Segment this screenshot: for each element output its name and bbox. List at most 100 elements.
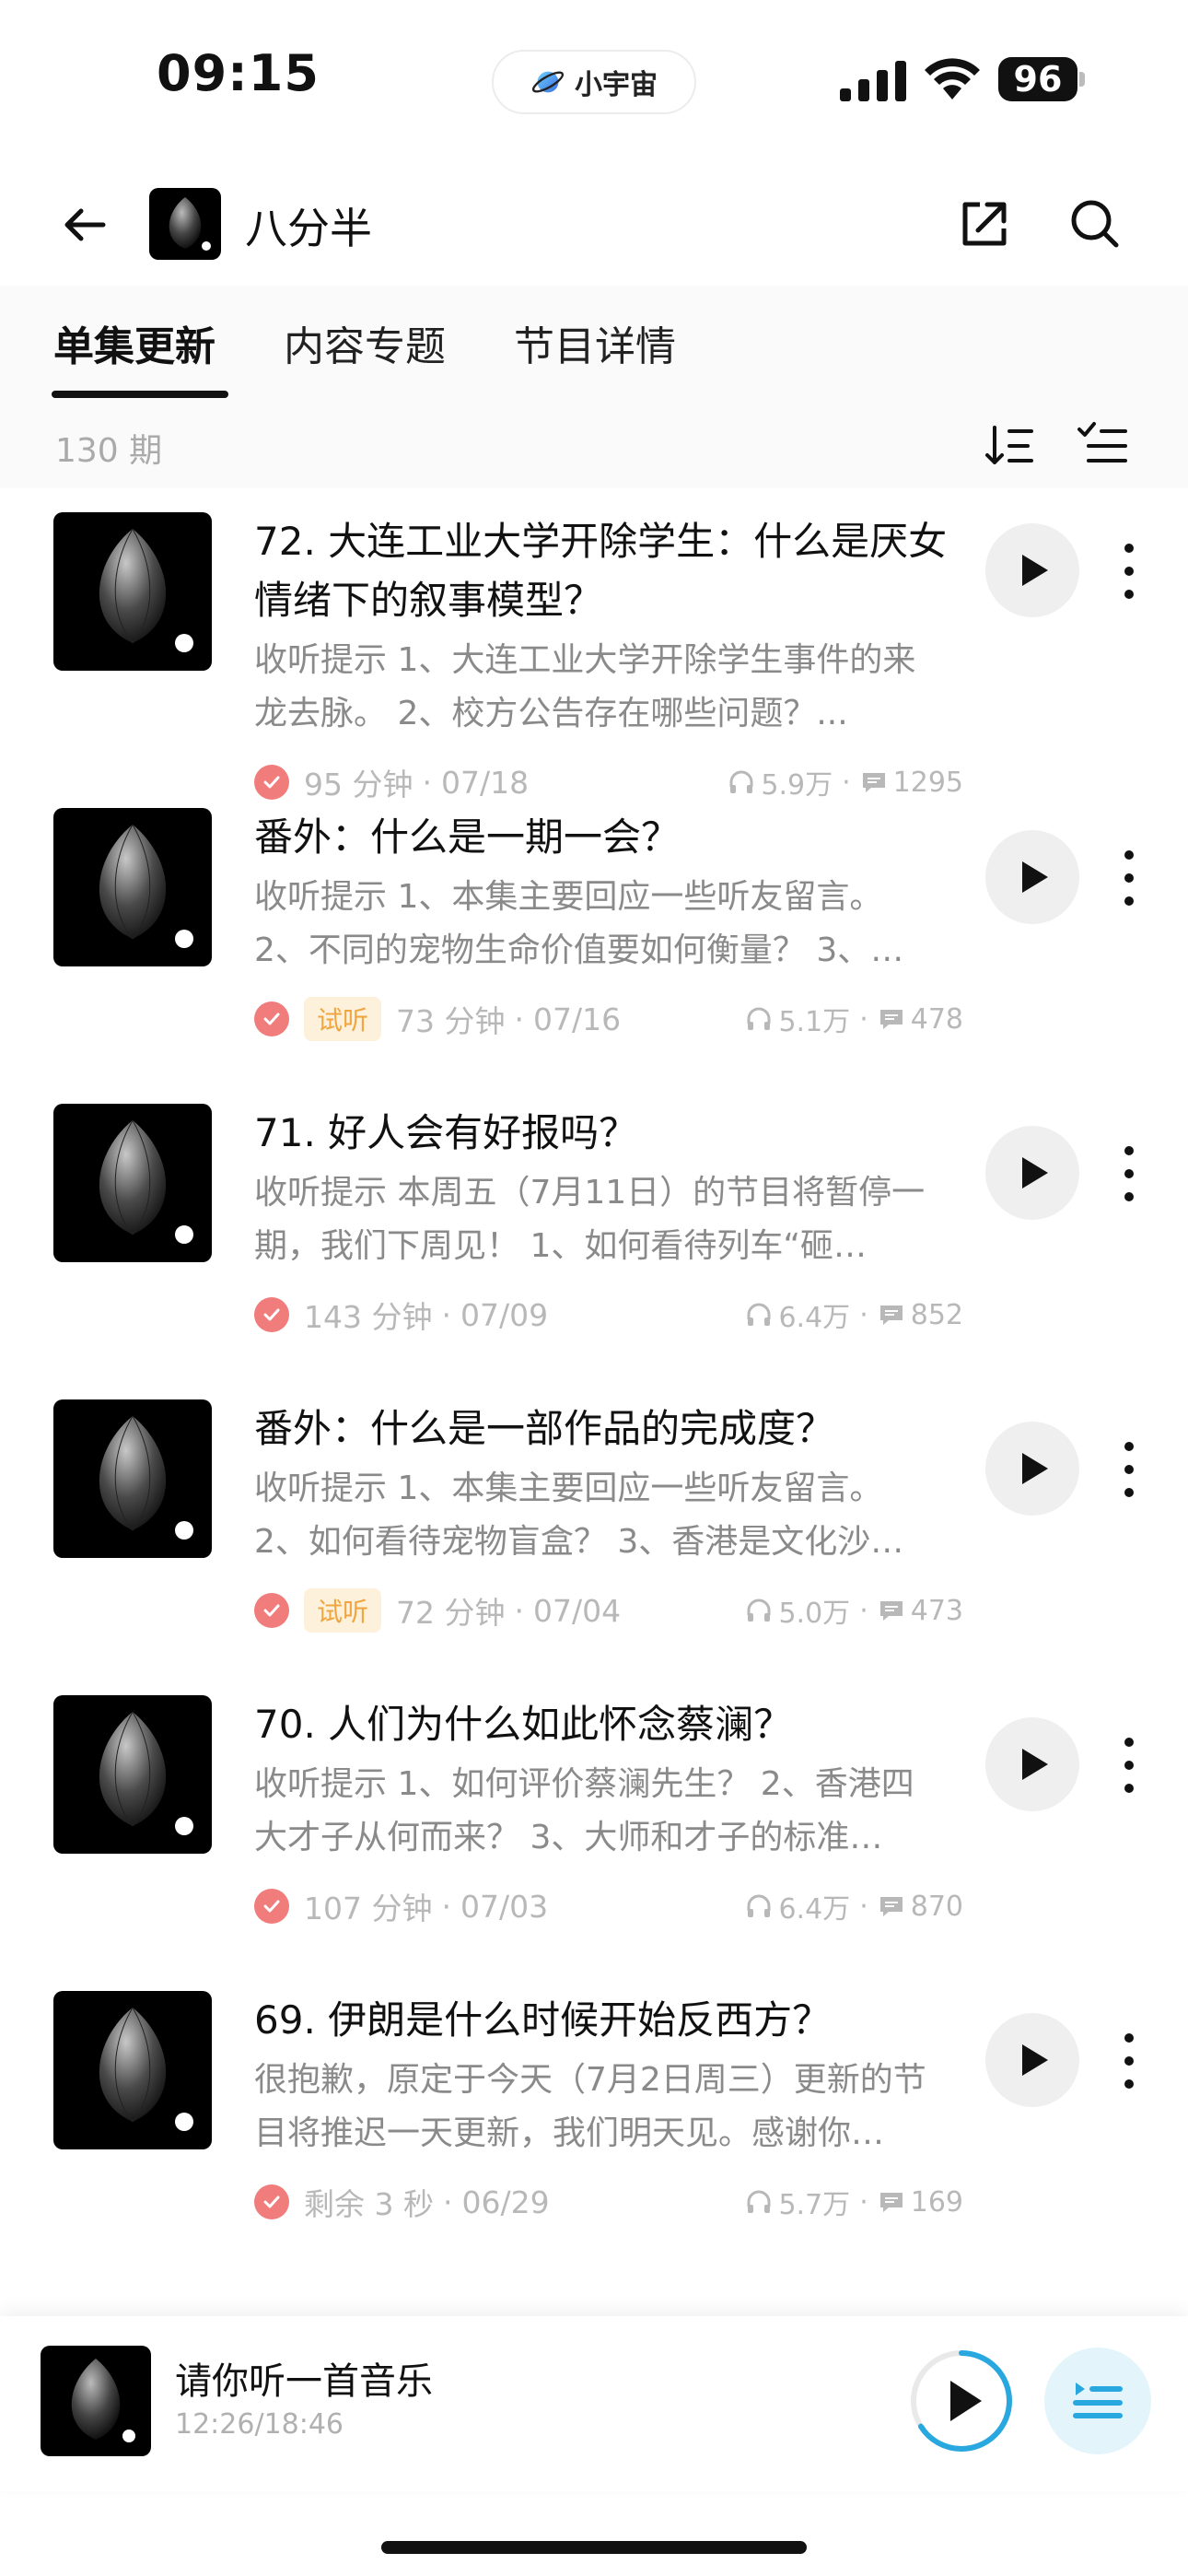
episode-item[interactable]: 番外：什么是一部作品的完成度？ 收听提示 1、本集主要回应一些听友留言。 2、如… — [0, 1376, 1188, 1671]
episode-description: 收听提示 1、大连工业大学开除学生事件的来 龙去脉。 2、校方公告存在哪些问题？… — [254, 634, 963, 741]
episode-cover[interactable] — [53, 1991, 212, 2149]
mini-player-cover[interactable] — [41, 2346, 151, 2456]
meta-separator: · — [859, 1594, 868, 1627]
comment-icon — [879, 1897, 903, 1916]
podcast-cover-thumbnail[interactable] — [149, 188, 221, 260]
episode-date: 07/03 — [460, 1888, 549, 1925]
playlist-button[interactable] — [1044, 2348, 1151, 2454]
episode-date: 06/29 — [461, 2184, 550, 2220]
episode-title[interactable]: 71. 好人会有好报吗？ — [254, 1104, 963, 1163]
episode-play-button[interactable] — [985, 2013, 1079, 2107]
podcast-title: 八分半 — [245, 204, 372, 253]
share-icon[interactable] — [954, 193, 1015, 254]
sphere-artwork — [169, 197, 211, 251]
episode-description: 收听提示 1、本集主要回应一些听友留言。 2、不同的宠物生命价值要如何衡量？ 3… — [254, 871, 963, 978]
play-icon — [1022, 861, 1048, 893]
more-options-icon[interactable] — [1118, 850, 1140, 906]
more-options-icon[interactable] — [1118, 1442, 1140, 1497]
multi-select-icon[interactable] — [1076, 418, 1131, 474]
episode-count: 130 期 — [55, 432, 163, 470]
episode-description-line: 收听提示 本周五（7月11日）的节目将暂停一 — [254, 1174, 926, 1212]
episode-description-line: 2、如何看待宠物盲盒？ 3、香港是文化沙… — [254, 1523, 904, 1561]
played-check-icon — [254, 1889, 289, 1924]
more-options-icon[interactable] — [1118, 1146, 1140, 1201]
status-time: 09:15 — [157, 44, 320, 102]
tab-details[interactable]: 节目详情 — [514, 313, 676, 372]
episode-description-line: 大才子从何而来？ 3、大师和才子的标准… — [254, 1819, 883, 1856]
tab-bar: 单集更新 内容专题 节目详情 — [0, 286, 1188, 415]
more-options-icon[interactable] — [1118, 544, 1140, 599]
episode-description-line: 收听提示 1、大连工业大学开除学生事件的来 — [254, 641, 916, 679]
sort-order-icon[interactable] — [982, 418, 1037, 474]
episode-item[interactable]: 70. 人们为什么如此怀念蔡澜？ 收听提示 1、如何评价蔡澜先生？ 2、香港四 … — [0, 1671, 1188, 1967]
tab-episodes[interactable]: 单集更新 — [53, 313, 215, 372]
comment-icon — [879, 2193, 903, 2212]
headphones-icon — [747, 2190, 771, 2213]
played-check-icon — [254, 1001, 289, 1036]
comment-count: 478 — [910, 1002, 963, 1036]
more-options-icon[interactable] — [1118, 1738, 1140, 1793]
play-icon — [1022, 1157, 1048, 1188]
episode-title[interactable]: 72. 大连工业大学开除学生：什么是厌女情绪下的叙事模型？ — [254, 512, 963, 630]
search-icon[interactable] — [1065, 193, 1125, 254]
episode-play-button[interactable] — [985, 523, 1079, 617]
played-check-icon — [254, 1297, 289, 1332]
active-tab-indicator — [52, 391, 228, 398]
comment-count: 169 — [910, 2185, 963, 2219]
play-count: 6.4万 — [778, 1302, 851, 1334]
wifi-icon — [925, 58, 980, 100]
episode-cover[interactable] — [53, 512, 212, 671]
more-options-icon[interactable] — [1118, 2033, 1140, 2089]
play-count: 6.4万 — [778, 1893, 851, 1926]
mini-player-play-button[interactable] — [908, 2348, 1015, 2454]
episode-duration: 剩余 3 秒 — [304, 2186, 434, 2222]
play-count: 5.7万 — [778, 2189, 851, 2221]
battery-cap — [1079, 72, 1085, 87]
headphones-icon — [747, 1007, 771, 1030]
episode-duration: 143 分钟 — [304, 1299, 433, 1335]
episode-item[interactable]: 71. 好人会有好报吗？ 收听提示 本周五（7月11日）的节目将暂停一 期，我们… — [0, 1080, 1188, 1376]
episode-cover[interactable] — [53, 1695, 212, 1854]
episode-play-button[interactable] — [985, 1126, 1079, 1220]
play-count: 5.1万 — [778, 1006, 851, 1038]
play-icon — [1022, 2044, 1048, 2076]
episode-title[interactable]: 69. 伊朗是什么时候开始反西方？ — [254, 1991, 963, 2050]
meta-separator: · — [514, 1592, 525, 1629]
episode-item[interactable]: 69. 伊朗是什么时候开始反西方？ 很抱歉，原定于今天（7月2日周三）更新的节 … — [0, 1967, 1188, 2263]
episode-cover[interactable] — [53, 1399, 212, 1558]
now-playing-time: 12:26/18:46 — [175, 2408, 344, 2441]
trial-badge: 试听 — [304, 1588, 382, 1633]
headphones-icon — [747, 1303, 771, 1326]
episode-play-button[interactable] — [985, 1717, 1079, 1811]
episode-title[interactable]: 番外：什么是一期一会？ — [254, 808, 963, 867]
status-bar: 09:15 小宇宙 96 — [0, 0, 1188, 157]
dynamic-island[interactable]: 小宇宙 — [492, 50, 696, 114]
play-icon — [950, 2381, 982, 2421]
mini-player[interactable]: 请你听一首音乐 12:26/18:46 — [0, 2316, 1188, 2491]
comment-count: 473 — [910, 1594, 963, 1627]
episode-item[interactable]: 番外：什么是一期一会？ 收听提示 1、本集主要回应一些听友留言。 2、不同的宠物… — [0, 784, 1188, 1080]
episode-cover[interactable] — [53, 1104, 212, 1262]
cover-dot — [175, 1817, 193, 1835]
episode-meta: 剩余 3 秒 · 06/29 5.7万 · 169 — [254, 2179, 963, 2225]
island-label: 小宇宙 — [575, 69, 658, 101]
cover-dot — [175, 1521, 193, 1540]
episode-description-line: 收听提示 1、本集主要回应一些听友留言。 — [254, 1469, 883, 1507]
episode-description-line: 很抱歉，原定于今天（7月2日周三）更新的节 — [254, 2061, 926, 2099]
meta-separator: · — [442, 2184, 453, 2220]
now-playing-title: 请你听一首音乐 — [175, 2360, 433, 2403]
playlist-icon — [1073, 2383, 1123, 2418]
tab-topics[interactable]: 内容专题 — [284, 313, 446, 372]
meta-separator: · — [514, 1001, 525, 1037]
episode-title[interactable]: 番外：什么是一部作品的完成度？ — [254, 1399, 963, 1458]
episode-meta: 143 分钟 · 07/09 6.4万 · 852 — [254, 1292, 963, 1338]
trial-badge: 试听 — [304, 997, 382, 1041]
episode-item[interactable]: 72. 大连工业大学开除学生：什么是厌女情绪下的叙事模型？ 收听提示 1、大连工… — [0, 488, 1188, 802]
episode-cover[interactable] — [53, 808, 212, 966]
episode-title[interactable]: 70. 人们为什么如此怀念蔡澜？ — [254, 1695, 963, 1754]
episode-play-button[interactable] — [985, 830, 1079, 924]
meta-separator: · — [859, 1890, 868, 1923]
back-arrow-icon[interactable] — [57, 197, 112, 252]
episode-play-button[interactable] — [985, 1422, 1079, 1516]
episode-meta: 107 分钟 · 07/03 6.4万 · 870 — [254, 1883, 963, 1929]
